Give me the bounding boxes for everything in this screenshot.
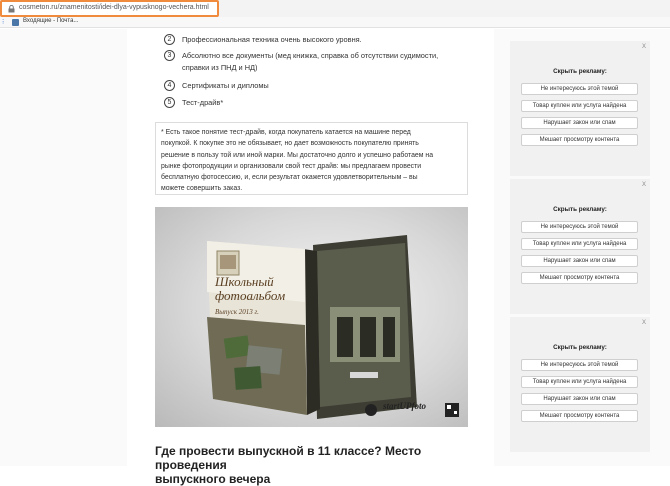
heading-line: Где провести выпускной в 11 классе? Мест… bbox=[155, 444, 422, 472]
bookmark-inbox[interactable]: Входящие - Почта... bbox=[23, 18, 78, 24]
brand-logo: startUPfoto bbox=[383, 401, 427, 411]
list-number: 3 bbox=[164, 50, 175, 61]
list-item-text: Сертификаты и дипломы bbox=[182, 81, 269, 90]
list-number: 4 bbox=[164, 80, 175, 91]
list-item-text: Абсолютно все документы (мед книжка, спр… bbox=[182, 51, 439, 60]
ad-option-button[interactable]: Товар куплен или услуга найдена bbox=[521, 238, 638, 250]
list-item-text-cont: справки из ПНД и НД) bbox=[182, 63, 258, 72]
close-icon[interactable]: X bbox=[642, 44, 646, 50]
close-icon[interactable]: X bbox=[642, 320, 646, 326]
list-number: 5 bbox=[164, 97, 175, 108]
ad-option-button[interactable]: Нарушает закон или спам bbox=[521, 255, 638, 267]
ad-option-button[interactable]: Товар куплен или услуга найдена bbox=[521, 376, 638, 388]
url-text: cosmeton.ru/znamenitosti/idei-dlya-vypus… bbox=[19, 4, 209, 11]
mail-icon bbox=[12, 19, 19, 26]
list-number: 2 bbox=[164, 34, 175, 45]
ad-option-button[interactable]: Мешает просмотру контента bbox=[521, 134, 638, 146]
ad-hide-title: Скрыть рекламу: bbox=[553, 68, 607, 75]
list-item-text: Профессиональная техника очень высокого … bbox=[182, 35, 362, 44]
ad-hide-title: Скрыть рекламу: bbox=[553, 344, 607, 351]
note-line: покупкой. К покупке это не обязывает, но… bbox=[161, 140, 419, 148]
close-icon[interactable]: X bbox=[642, 182, 646, 188]
note-line: * Есть такое понятие тест-драйв, когда п… bbox=[161, 129, 411, 136]
album-subtitle: Выпуск 2013 г. bbox=[215, 308, 259, 316]
apps-icon[interactable]: ⁝ bbox=[2, 18, 4, 26]
ad-panel: X Скрыть рекламу: Не интересуюсь этой те… bbox=[510, 317, 650, 452]
test-drive-note: * Есть такое понятие тест-драйв, когда п… bbox=[155, 122, 468, 195]
lock-icon bbox=[8, 5, 15, 13]
ad-option-button[interactable]: Мешает просмотру контента bbox=[521, 272, 638, 284]
ad-option-button[interactable]: Нарушает закон или спам bbox=[521, 393, 638, 405]
ad-option-button[interactable]: Нарушает закон или спам bbox=[521, 117, 638, 129]
note-line: можете совершить заказ. bbox=[161, 185, 243, 193]
ad-option-button[interactable]: Не интересуюсь этой темой bbox=[521, 221, 638, 233]
note-line: решение в пользу той или иной марки. Мы … bbox=[161, 151, 434, 159]
heading-line: выпускного вечера bbox=[155, 472, 271, 486]
note-line: рынке фотопродукции и организовали свой … bbox=[161, 162, 422, 170]
album-illustration bbox=[207, 235, 459, 419]
ad-option-button[interactable]: Товар куплен или услуга найдена bbox=[521, 100, 638, 112]
list-item-text: Тест-драйв* bbox=[182, 98, 224, 107]
album-image: Школьный фотоальбом Выпуск 2013 г. start… bbox=[155, 207, 468, 427]
ad-option-button[interactable]: Не интересуюсь этой темой bbox=[521, 359, 638, 371]
bookmarks-bar: ⁝ Входящие - Почта... bbox=[0, 17, 670, 28]
ad-hide-title: Скрыть рекламу: bbox=[553, 206, 607, 213]
address-bar: cosmeton.ru/znamenitosti/idei-dlya-vypus… bbox=[0, 0, 670, 17]
url-field[interactable]: cosmeton.ru/znamenitosti/idei-dlya-vypus… bbox=[0, 0, 219, 17]
ad-option-button[interactable]: Мешает просмотру контента bbox=[521, 410, 638, 422]
album-title-line: Школьный bbox=[215, 274, 274, 289]
section-heading: Где провести выпускной в 11 классе? Мест… bbox=[155, 444, 475, 486]
ad-option-button[interactable]: Не интересуюсь этой темой bbox=[521, 83, 638, 95]
ad-panel: X Скрыть рекламу: Не интересуюсь этой те… bbox=[510, 179, 650, 314]
note-line: бесплатную фотосессию, и, если результат… bbox=[161, 174, 418, 182]
album-title: Школьный фотоальбом Выпуск 2013 г. bbox=[215, 275, 305, 319]
album-title-line: фотоальбом bbox=[215, 288, 286, 303]
ad-panel: X Скрыть рекламу: Не интересуюсь этой те… bbox=[510, 41, 650, 176]
